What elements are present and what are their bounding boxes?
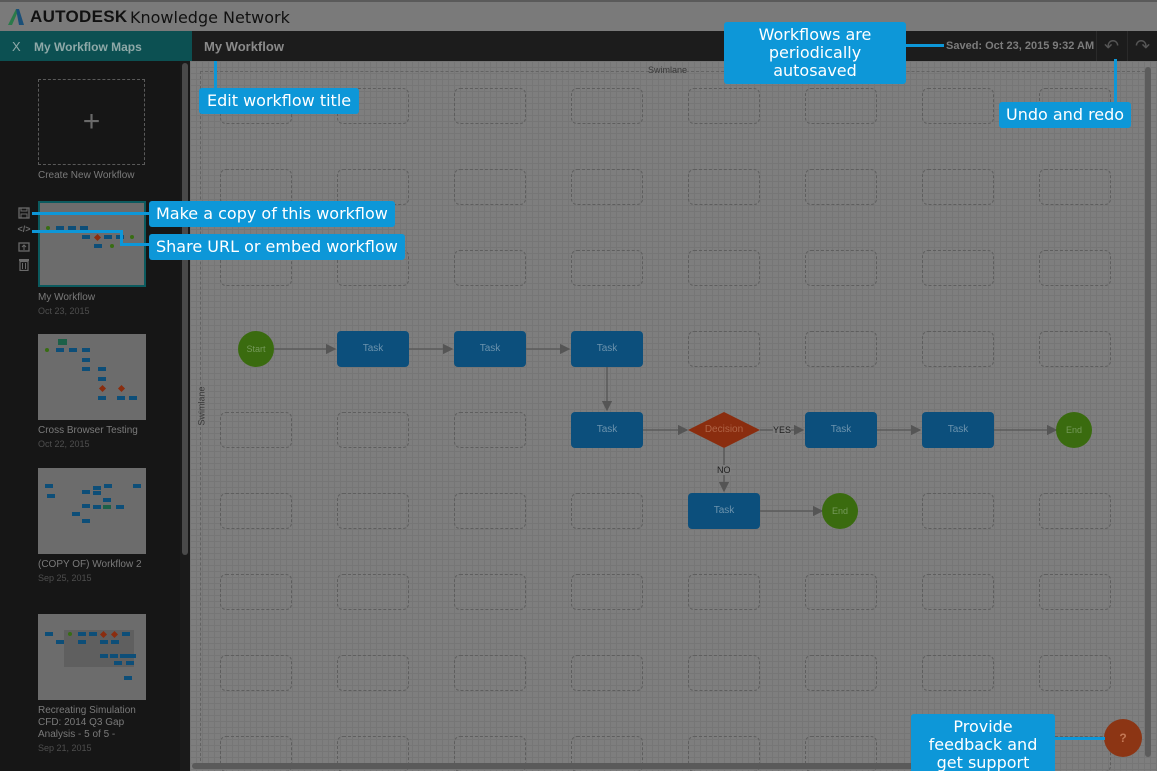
chat-help-icon: ? bbox=[1119, 731, 1127, 745]
workflow-card[interactable]: Recreating Simulation CFD: 2014 Q3 Gap A… bbox=[38, 614, 146, 753]
callout-undo-redo: Undo and redo bbox=[999, 102, 1132, 128]
product-name: Knowledge Network bbox=[130, 8, 290, 27]
workflow-thumbnail[interactable] bbox=[38, 614, 146, 700]
embed-code-icon[interactable]: </> bbox=[16, 224, 32, 241]
yes-label: YES bbox=[773, 425, 792, 435]
plus-icon: + bbox=[82, 105, 101, 138]
task-node[interactable]: Task bbox=[805, 412, 877, 448]
autodesk-logo-icon bbox=[8, 9, 24, 25]
task-node[interactable]: Task bbox=[454, 331, 526, 367]
saved-status: Saved: Oct 23, 2015 9:32 AM bbox=[946, 40, 1095, 52]
nav-bar: X My Workflow Maps My Workflow Saved: Oc… bbox=[0, 31, 1157, 61]
workflow-thumbnail[interactable] bbox=[38, 334, 146, 420]
task-node[interactable]: Task bbox=[571, 412, 643, 448]
workflow-card-title: Recreating Simulation CFD: 2014 Q3 Gap A… bbox=[38, 705, 136, 740]
close-icon[interactable]: X bbox=[12, 39, 21, 54]
workflow-thumbnail[interactable] bbox=[38, 468, 146, 554]
callout-line bbox=[906, 44, 944, 47]
callout-autosave: Workflows are periodically autosaved bbox=[724, 22, 906, 84]
callout-copy: Make a copy of this workflow bbox=[149, 201, 395, 227]
vertical-scrollbar[interactable] bbox=[1145, 67, 1151, 757]
task-node[interactable]: Task bbox=[337, 331, 409, 367]
sidebar-scrollbar[interactable] bbox=[182, 63, 188, 555]
callout-line bbox=[1055, 737, 1105, 740]
callout-feedback: Provide feedback and get support bbox=[911, 714, 1055, 771]
callout-line bbox=[120, 243, 150, 246]
end-node[interactable]: End bbox=[822, 493, 858, 529]
create-new-workflow-label[interactable]: Create New Workflow bbox=[38, 170, 135, 181]
feedback-help-button[interactable]: ? bbox=[1104, 719, 1142, 757]
workflow-card-title: (COPY OF) Workflow 2 bbox=[38, 559, 142, 570]
callout-edit-title: Edit workflow title bbox=[199, 88, 360, 114]
card-tools: </> bbox=[16, 207, 32, 275]
workflow-card[interactable]: (COPY OF) Workflow 2 Sep 25, 2015 bbox=[38, 468, 146, 583]
share-icon[interactable] bbox=[16, 241, 32, 258]
workflow-maps-toggle[interactable]: X My Workflow Maps bbox=[0, 31, 192, 61]
workflow-card-date: Sep 21, 2015 bbox=[38, 743, 92, 753]
redo-button[interactable]: ↷ bbox=[1127, 31, 1157, 61]
callout-line bbox=[214, 61, 217, 88]
workflow-canvas[interactable]: Swimlane Swimlane Start Task Task Task T… bbox=[190, 61, 1157, 771]
workflow-card-title: My Workflow bbox=[38, 292, 96, 303]
workflow-card-date: Sep 25, 2015 bbox=[38, 573, 92, 583]
callout-line bbox=[1114, 59, 1117, 102]
brand-name: AUTODESK bbox=[30, 7, 128, 26]
end-node[interactable]: End bbox=[1056, 412, 1092, 448]
workflow-card[interactable]: Cross Browser Testing Oct 22, 2015 bbox=[38, 334, 146, 449]
callout-share: Share URL or embed workflow bbox=[149, 234, 405, 260]
start-node[interactable]: Start bbox=[238, 331, 274, 367]
undo-icon: ↶ bbox=[1103, 36, 1120, 56]
workflow-card-title: Cross Browser Testing bbox=[38, 425, 138, 436]
workflow-sidebar: + Create New Workflow </> My Workflow Oc… bbox=[0, 61, 180, 771]
workflow-card-date: Oct 22, 2015 bbox=[38, 439, 90, 449]
decision-node[interactable]: Decision bbox=[688, 412, 760, 448]
connectors bbox=[274, 343, 1058, 517]
task-node[interactable]: Task bbox=[571, 331, 643, 367]
no-label: NO bbox=[717, 465, 731, 475]
callout-line bbox=[32, 230, 122, 233]
horizontal-scrollbar[interactable] bbox=[192, 763, 960, 769]
create-new-workflow-button[interactable]: + bbox=[38, 79, 145, 165]
decision-label: Decision bbox=[704, 424, 744, 435]
save-copy-icon[interactable] bbox=[16, 207, 32, 224]
task-node[interactable]: Task bbox=[688, 493, 760, 529]
redo-icon: ↷ bbox=[1134, 36, 1151, 56]
top-bar: AUTODESK Knowledge Network bbox=[0, 0, 1157, 31]
undo-button[interactable]: ↶ bbox=[1096, 31, 1126, 61]
app-window: AUTODESK Knowledge Network X My Workflow… bbox=[0, 0, 1157, 771]
task-node[interactable]: Task bbox=[922, 412, 994, 448]
workflow-card-date: Oct 23, 2015 bbox=[38, 306, 90, 316]
workflow-card[interactable]: My Workflow Oct 23, 2015 bbox=[38, 201, 146, 316]
workflow-title[interactable]: My Workflow bbox=[204, 39, 284, 54]
delete-icon[interactable] bbox=[16, 258, 32, 275]
callout-line bbox=[32, 212, 150, 215]
workflow-maps-label: My Workflow Maps bbox=[34, 40, 142, 54]
